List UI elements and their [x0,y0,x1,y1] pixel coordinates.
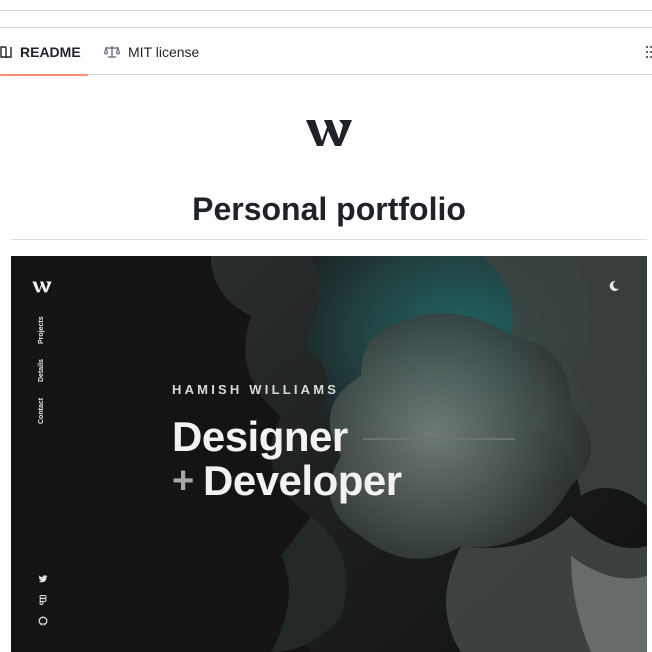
law-scale-icon [104,45,120,58]
tab-readme-label: README [20,43,81,60]
title-divider [11,239,647,240]
hero-headline-developer: Developer [203,457,402,504]
book-icon [0,45,12,58]
repo-file-tabs: README MIT license [0,27,652,76]
w-logo-icon [306,120,352,146]
outline-menu-icon[interactable] [646,45,652,59]
readme-title: Personal portfolio [192,191,466,227]
nav-details[interactable]: Details [38,359,48,389]
nav-details-label: Details [38,359,45,382]
tab-license[interactable]: MIT license [104,28,199,75]
headline-rule [363,438,515,440]
active-tab-indicator [0,74,88,76]
figma-icon[interactable] [38,595,48,605]
nav-contact[interactable]: Contact [38,398,48,431]
github-icon[interactable] [38,616,48,626]
portfolio-logo [305,117,353,147]
moon-icon[interactable] [608,280,620,292]
tab-readme[interactable]: README [0,28,88,76]
hero-logo-icon[interactable] [32,280,52,293]
nav-projects-label: Projects [38,316,45,344]
hero-headline-plus: + [172,460,195,502]
nav-projects[interactable]: Projects [38,316,48,351]
nav-contact-label: Contact [38,398,45,424]
hero-name: HAMISH WILLIAMS [172,382,340,397]
header-divider [0,10,652,11]
portfolio-preview-image: Projects Details Contact HAMISH WILLIAMS… [11,256,647,652]
twitter-icon[interactable] [38,574,48,584]
hero-headline-designer: Designer [172,413,348,460]
tab-license-label: MIT license [128,43,200,60]
